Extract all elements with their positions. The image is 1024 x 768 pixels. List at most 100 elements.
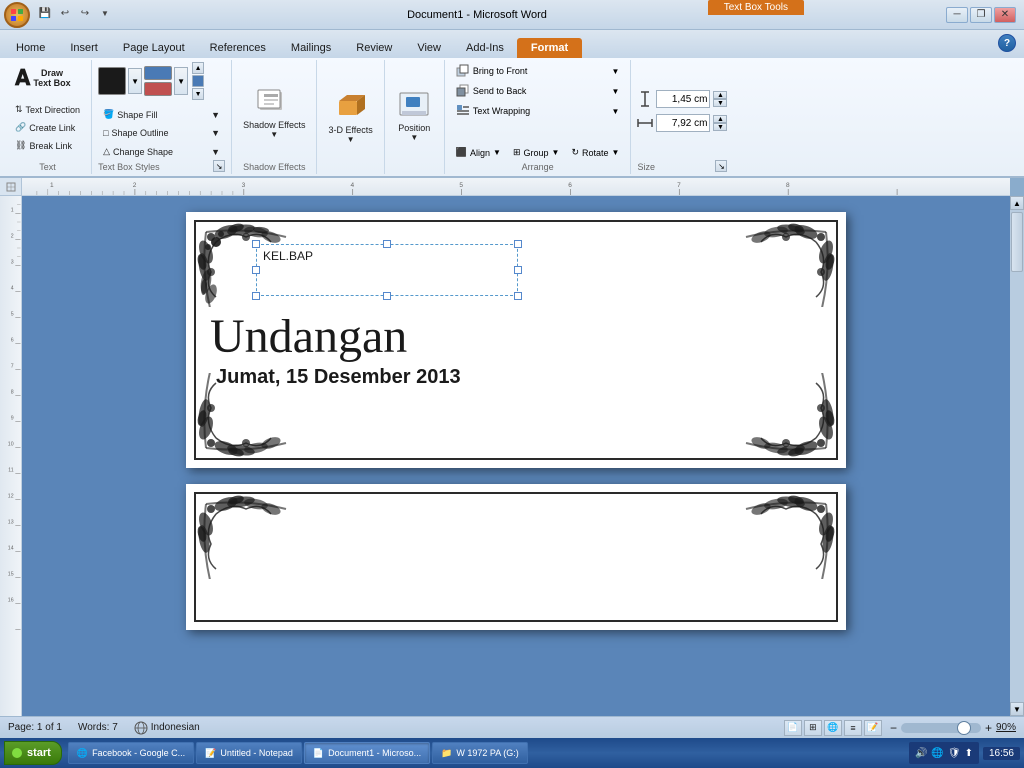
color-swatch-blue[interactable]: [144, 66, 172, 80]
tab-format[interactable]: Format: [517, 38, 582, 58]
taskbar-files[interactable]: 📁 W 1972 PA (G:): [432, 742, 528, 764]
text-box[interactable]: KEL.BAP: [256, 244, 518, 296]
undo-quick-btn[interactable]: ↩: [56, 4, 74, 22]
color-swatch-black-dropdown[interactable]: ▼: [128, 68, 142, 94]
full-screen-btn[interactable]: ⊞: [804, 720, 822, 736]
position-dropdown[interactable]: ▼: [410, 133, 418, 142]
bring-to-front-button[interactable]: Bring to Front ▼: [451, 62, 625, 80]
start-button[interactable]: start: [4, 741, 62, 765]
ribbon-group-position: Position ▼: [385, 60, 445, 174]
save-quick-btn[interactable]: 💾: [36, 4, 54, 22]
taskbar-facebook[interactable]: 🌐 Facebook - Google C...: [68, 742, 194, 764]
handle-br[interactable]: [514, 292, 522, 300]
shape-outline-button[interactable]: □ Shape Outline ▼: [98, 125, 225, 141]
break-link-button[interactable]: ⛓ Break Link: [10, 137, 77, 154]
shape-fill-button[interactable]: 🪣 Shape Fill ▼: [98, 106, 225, 123]
zoom-thumb[interactable]: [957, 721, 971, 735]
minimize-button[interactable]: ─: [946, 7, 968, 23]
taskbar-word-icon: 📄: [313, 748, 324, 759]
color-swatches-dropdown[interactable]: ▼: [174, 67, 188, 95]
tab-review[interactable]: Review: [344, 38, 404, 58]
width-up[interactable]: ▲: [713, 115, 727, 123]
color-swatch-red[interactable]: [144, 82, 172, 96]
color-swatch-black[interactable]: [98, 67, 126, 95]
view-buttons: 📄 ⊞ 🌐 ≡ 📝: [784, 720, 882, 736]
tray-icon-4: ⬆: [965, 748, 973, 759]
tab-insert[interactable]: Insert: [58, 38, 110, 58]
height-up[interactable]: ▲: [713, 91, 727, 99]
height-input[interactable]: [656, 90, 710, 108]
zoom-slider[interactable]: [901, 723, 981, 733]
tab-references[interactable]: References: [198, 38, 278, 58]
svg-text:11: 11: [8, 468, 13, 474]
ruler-v-ticks: 1 2 3 4 5 6 7 8 9: [0, 196, 22, 716]
shape-fill-dropdown[interactable]: ▼: [211, 110, 220, 120]
tab-home[interactable]: Home: [4, 38, 57, 58]
tab-addins[interactable]: Add-Ins: [454, 38, 516, 58]
shadow-effects-dropdown[interactable]: ▼: [270, 130, 278, 139]
help-button[interactable]: ?: [998, 34, 1016, 52]
tab-pagelayout[interactable]: Page Layout: [111, 38, 197, 58]
language-indicator[interactable]: Indonesian: [134, 721, 200, 735]
text-direction-icon: ⇅: [15, 104, 23, 115]
3d-effects-button[interactable]: 3-D Effects ▼: [323, 86, 377, 147]
redo-quick-btn[interactable]: ↪: [76, 4, 94, 22]
swatch-scroll-down[interactable]: ▼: [192, 88, 204, 100]
send-to-back-button[interactable]: Send to Back ▼: [451, 82, 625, 100]
change-shape-dropdown[interactable]: ▼: [211, 147, 220, 157]
shape-outline-dropdown[interactable]: ▼: [211, 128, 220, 138]
handle-bl[interactable]: [252, 292, 260, 300]
rotate-button[interactable]: ↻ Rotate ▼: [566, 145, 624, 160]
text-wrapping-button[interactable]: Text Wrapping ▼: [451, 102, 625, 120]
text-direction-button[interactable]: ⇅ Text Direction: [10, 101, 85, 118]
size-group-expand[interactable]: ↘: [715, 160, 727, 172]
handle-mr[interactable]: [514, 266, 522, 274]
align-button[interactable]: ⬛ Align ▼: [451, 145, 506, 160]
swatch-scroll-up[interactable]: ▲: [192, 62, 204, 74]
tab-view[interactable]: View: [405, 38, 453, 58]
change-shape-button[interactable]: △ Change Shape ▼: [98, 143, 225, 160]
quick-access-dropdown[interactable]: ▼: [96, 4, 114, 22]
zoom-in-btn[interactable]: +: [985, 721, 992, 735]
taskbar-word[interactable]: 📄 Document1 - Microso...: [304, 742, 430, 764]
handle-tm[interactable]: [383, 240, 391, 248]
create-link-icon: 🔗: [15, 122, 26, 133]
draft-view-btn[interactable]: 📝: [864, 720, 882, 736]
print-view-btn[interactable]: 📄: [784, 720, 802, 736]
scroll-thumb[interactable]: [1011, 212, 1023, 272]
taskbar-notepad[interactable]: 📝 Untitled - Notepad: [196, 742, 302, 764]
zoom-level[interactable]: 90%: [996, 722, 1016, 733]
group-button[interactable]: ⊞ Group ▼: [508, 145, 564, 160]
close-button[interactable]: ✕: [994, 7, 1016, 23]
office-button[interactable]: [4, 2, 30, 28]
handle-ml[interactable]: [252, 266, 260, 274]
tab-mailings[interactable]: Mailings: [279, 38, 343, 58]
scroll-up-arrow[interactable]: ▲: [1010, 196, 1024, 210]
position-button[interactable]: Position ▼: [393, 88, 435, 145]
width-input[interactable]: [656, 114, 710, 132]
width-down[interactable]: ▼: [713, 123, 727, 131]
handle-tl[interactable]: [252, 240, 260, 248]
page-status: Page: 1 of 1: [8, 722, 62, 733]
web-view-btn[interactable]: 🌐: [824, 720, 842, 736]
draw-text-box-button[interactable]: 𝐀 Draw Text Box: [10, 62, 76, 94]
textbox-styles-expand[interactable]: ↘: [213, 160, 225, 172]
svg-text:8: 8: [786, 182, 790, 189]
tray-icon-1: 🔊: [915, 748, 927, 759]
create-link-button[interactable]: 🔗 Create Link: [10, 119, 80, 136]
handle-tr[interactable]: [514, 240, 522, 248]
3d-effects-dropdown[interactable]: ▼: [347, 135, 355, 144]
height-down[interactable]: ▼: [713, 99, 727, 107]
outline-view-btn[interactable]: ≡: [844, 720, 862, 736]
text-wrapping-icon: [456, 104, 470, 118]
shape-outline-icon: □: [103, 128, 108, 138]
scroll-down-arrow[interactable]: ▼: [1010, 702, 1024, 716]
zoom-out-btn[interactable]: −: [890, 721, 897, 735]
swatch-scroll-thumb[interactable]: [192, 75, 204, 87]
restore-button[interactable]: ❐: [970, 7, 992, 23]
shadow-effects-button[interactable]: Shadow Effects ▼: [238, 81, 310, 142]
ribbon-group-text: 𝐀 Draw Text Box ⇅ Text Direction 🔗 Creat…: [4, 60, 92, 174]
handle-bm[interactable]: [383, 292, 391, 300]
clock[interactable]: 16:56: [983, 747, 1020, 760]
contextual-tab-label: Text Box Tools: [708, 0, 804, 15]
